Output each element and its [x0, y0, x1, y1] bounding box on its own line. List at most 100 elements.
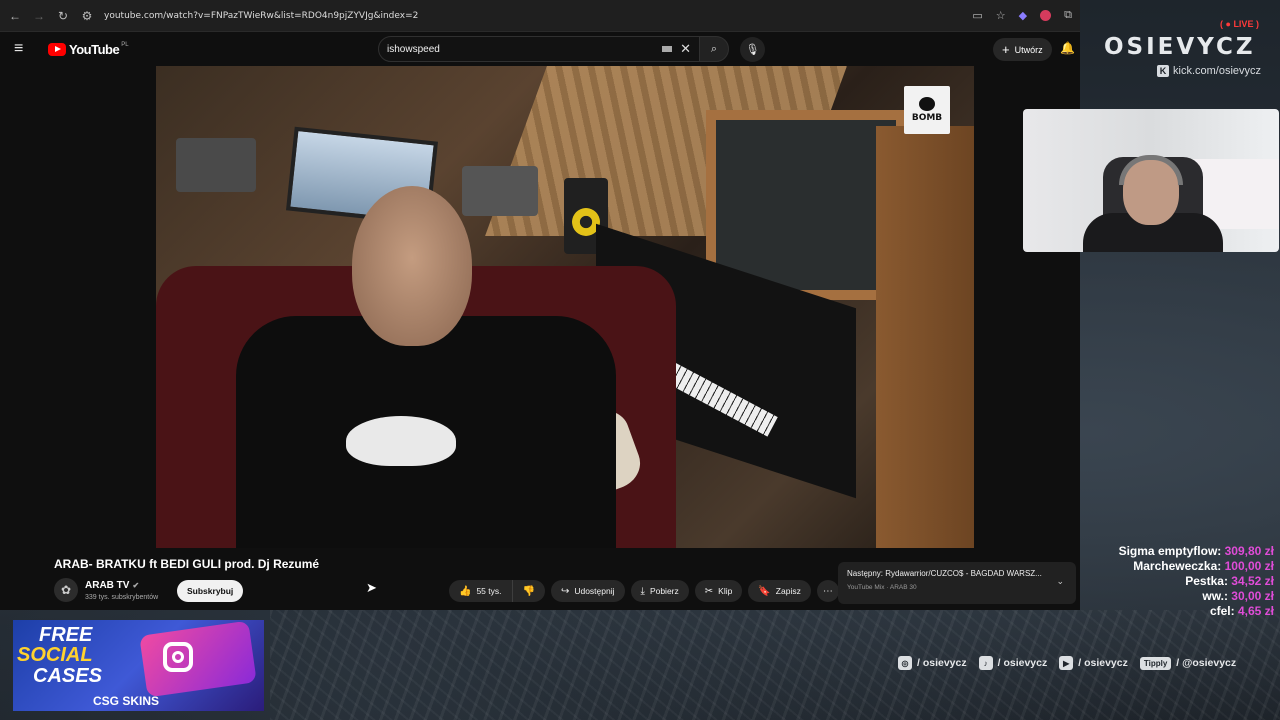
ad-chest-graphic [139, 620, 257, 698]
youtube-logo[interactable]: YouTube PL [48, 42, 129, 57]
youtube-country-code: PL [121, 41, 129, 48]
tipply-badge: Tipply [1139, 656, 1172, 670]
video-player[interactable]: BOMB [156, 66, 974, 548]
donation-row: Sigma emptyflow: 309,80 zł [1119, 544, 1274, 559]
like-dislike-group: 👍 55 tys. 👎 [449, 580, 545, 602]
thumbs-down-icon: 👎 [522, 585, 535, 597]
sponsor-ad-banner: FREE SOCIAL CASES CSG SKINS [13, 620, 264, 711]
youtube-handle: / osievycz [1078, 657, 1128, 669]
instagram-handle: / osievycz [917, 657, 967, 669]
ad-brand: CSG SKINS [93, 694, 160, 708]
instagram-icon: ◎ [898, 656, 912, 670]
browser-window: ← → ↻ ⚙ youtube.com/watch?v=FNPazTWieRw&… [0, 0, 1080, 610]
create-label: Utwórz [1014, 44, 1043, 55]
channel-name-row: ARAB TV ✔ [85, 580, 139, 591]
search-icon: ⌕ [710, 42, 718, 55]
donor-name: Pestka: [1185, 574, 1228, 588]
webcam-feed [1023, 109, 1279, 252]
video-title: ARAB- BRATKU ft BEDI GULI prod. Dj Rezum… [54, 557, 320, 571]
more-actions-button[interactable]: ⋯ [816, 580, 839, 602]
plus-icon: + [1002, 42, 1010, 57]
up-next-card[interactable]: Następny: Rydawarrior/CUZCO$ - BAGDAD WA… [838, 562, 1076, 604]
extension-purple-icon[interactable]: ◆ [1019, 9, 1027, 22]
subscriber-count: 339 tys. subskrybentów [85, 594, 159, 601]
menu-icon[interactable]: ≡ [14, 40, 30, 58]
video-frame-speaker-right [462, 166, 538, 216]
bookmark-star-icon[interactable]: ☆ [996, 9, 1006, 22]
url-field[interactable]: youtube.com/watch?v=FNPazTWieRw&list=RDO… [104, 11, 962, 21]
forward-icon[interactable]: → [32, 9, 46, 23]
subscribe-button[interactable]: Subskrybuj [177, 580, 244, 602]
instagram-icon [163, 642, 193, 672]
donor-name: Sigma emptyflow: [1118, 544, 1222, 558]
kick-icon: K [1157, 65, 1169, 77]
donation-row: cfel: 4,65 zł [1119, 604, 1274, 619]
bomb-logo-badge: BOMB [904, 86, 950, 134]
verified-badge-icon: ✔ [132, 581, 140, 590]
dislike-button[interactable]: 👎 [512, 580, 545, 602]
youtube-logo-text: YouTube [69, 41, 120, 57]
social-tiktok: ♪ / osievycz [978, 656, 1048, 670]
clip-label: Klip [718, 586, 733, 596]
download-button[interactable]: ⤓ Pobierz [630, 580, 689, 602]
search-input[interactable]: ishowspeed [387, 44, 662, 55]
video-frame-person-head [352, 186, 472, 346]
bookmark-icon: 🔖 [758, 585, 771, 597]
social-tipply: Tipply / @osievycz [1139, 656, 1236, 670]
chevron-down-icon[interactable]: ⌄ [1056, 576, 1064, 587]
more-dots-icon: ⋯ [822, 585, 833, 597]
search-button[interactable]: ⌕ [699, 36, 729, 62]
tiktok-icon: ♪ [978, 656, 993, 670]
share-label: Udostępnij [574, 586, 615, 596]
streamer-brand: OSIEVYCZ [1104, 34, 1256, 60]
video-actions: 👍 55 tys. 👎 ↪ Udostępnij ⤓ Pobierz ✂ Kli… [449, 580, 839, 602]
bomb-icon [919, 97, 935, 111]
share-icon: ↪ [560, 585, 570, 597]
donation-row: ww.: 30,00 zł [1119, 589, 1274, 604]
donation-amount: 309,80 zł [1224, 544, 1274, 558]
reload-icon[interactable]: ↻ [56, 9, 70, 23]
keyboard-icon[interactable] [662, 46, 673, 52]
clear-search-icon[interactable]: ✕ [680, 41, 691, 57]
donation-amount: 34,52 zł [1231, 574, 1274, 588]
tiktok-handle: / osievycz [997, 657, 1048, 669]
like-button[interactable]: 👍 55 tys. [449, 580, 513, 602]
create-button[interactable]: + Utwórz [993, 38, 1052, 61]
donation-amount: 30,00 zł [1231, 589, 1274, 603]
voice-search-button[interactable]: 🎙 [740, 37, 765, 62]
ad-line-social: SOCIAL [17, 644, 93, 666]
bomb-badge-text: BOMB [911, 113, 943, 123]
youtube-play-icon [48, 42, 66, 56]
microphone-icon: 🎙 [745, 44, 760, 56]
address-bar: ← → ↻ ⚙ youtube.com/watch?v=FNPazTWieRw&… [0, 0, 1080, 32]
donation-list: Sigma emptyflow: 309,80 zł Marcheweczka:… [1119, 544, 1274, 619]
clip-button[interactable]: ✂ Klip [694, 580, 743, 602]
channel-avatar-icon: ✿ [60, 583, 72, 597]
social-instagram: ◎ / osievycz [898, 656, 967, 670]
extension-red-icon[interactable] [1040, 10, 1052, 21]
donation-row: Pestka: 34,52 zł [1119, 574, 1274, 589]
kick-handle: kick.com/osievycz [1173, 65, 1262, 77]
youtube-header: ≡ YouTube PL ishowspeed ✕ ⌕ 🎙 + Utwórz 🔔 [0, 32, 1080, 66]
thumbs-up-icon: 👍 [459, 585, 472, 597]
save-label: Zapisz [775, 586, 801, 596]
video-frame-door [876, 126, 974, 548]
channel-avatar[interactable]: ✿ [54, 578, 78, 602]
live-indicator: ( ● LIVE ) [1220, 19, 1259, 29]
like-count: 55 tys. [476, 586, 502, 596]
channel-name[interactable]: ARAB TV [85, 580, 129, 591]
donation-amount: 4,65 zł [1237, 604, 1274, 618]
donor-name: Marcheweczka: [1133, 559, 1222, 573]
live-label: LIVE [1233, 19, 1254, 29]
social-youtube: ▶ / osievycz [1059, 656, 1128, 670]
site-settings-icon[interactable]: ⚙ [80, 9, 94, 23]
mouse-cursor-icon: ➤ [366, 580, 377, 595]
back-icon[interactable]: ← [8, 9, 22, 23]
cast-icon[interactable]: ▭ [972, 9, 982, 22]
scissors-icon: ✂ [704, 585, 714, 597]
share-button[interactable]: ↪ Udostępnij [550, 580, 625, 602]
extensions-puzzle-icon[interactable]: ⧉ [1064, 9, 1072, 22]
notifications-bell-icon[interactable]: 🔔 [1060, 41, 1075, 55]
youtube-icon: ▶ [1059, 656, 1074, 670]
save-button[interactable]: 🔖 Zapisz [748, 580, 811, 602]
